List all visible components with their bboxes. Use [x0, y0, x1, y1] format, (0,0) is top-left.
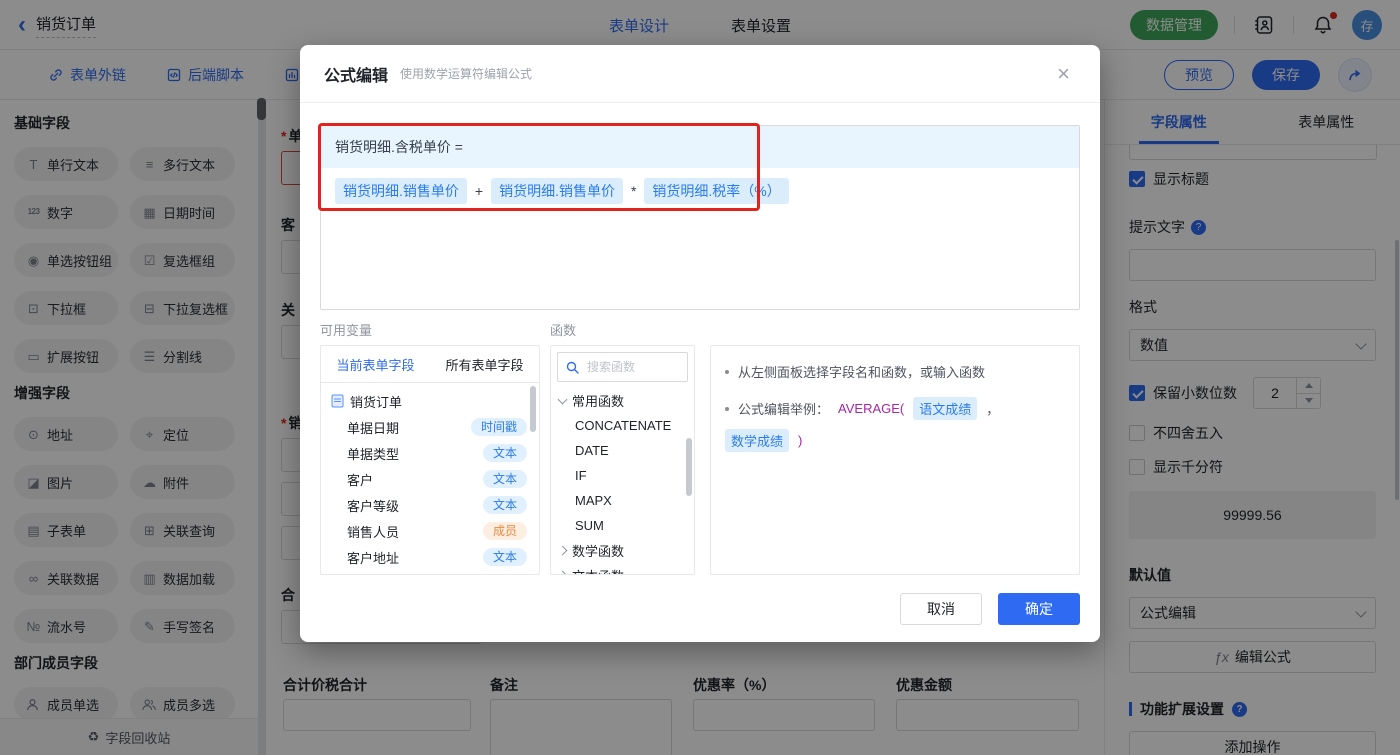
tab-all-form-fields[interactable]: 所有表单字段 [430, 346, 539, 382]
chevron-right-icon [558, 571, 568, 575]
variables-tabs: 当前表单字段 所有表单字段 [321, 346, 539, 383]
variable-row[interactable]: 单据类型文本 [321, 440, 539, 466]
variable-row[interactable]: 客户等级文本 [321, 492, 539, 518]
variable-row[interactable]: 客户文本 [321, 466, 539, 492]
type-badge: 文本 [483, 548, 527, 566]
type-badge: 文本 [483, 470, 527, 488]
function-close-paren: ) [798, 433, 802, 448]
function-search-box [557, 352, 688, 382]
function-item[interactable]: IF [551, 463, 694, 488]
variable-row[interactable]: 单据日期时间戳 [321, 414, 539, 440]
tab-current-form-fields[interactable]: 当前表单字段 [321, 346, 430, 382]
function-name-example: AVERAGE( [838, 401, 904, 416]
close-icon[interactable]: × [1051, 62, 1076, 86]
formula-expression-line: 销货明细.销售单价 + 销货明细.销售单价 * 销货明细.税率（%） [321, 168, 1079, 214]
variable-row[interactable]: 客户地址文本 [321, 544, 539, 570]
function-item[interactable]: SUM [551, 513, 694, 538]
formula-field-chip[interactable]: 销货明细.销售单价 [491, 178, 623, 204]
app-root: ‹ 销货订单 表单设计 表单设置 数据管理 存 [0, 0, 1400, 755]
variable-tree-root[interactable]: 销货订单 [321, 388, 539, 414]
help-line-1: 从左侧面板选择字段名和函数，或输入函数 [725, 362, 1065, 381]
formula-field-chip[interactable]: 销货明细.税率（%） [644, 178, 788, 204]
example-field-chip: 语文成绩 [913, 397, 977, 420]
chevron-down-icon [558, 394, 568, 404]
function-group-common[interactable]: 常用函数 [551, 388, 694, 413]
type-badge: 文本 [483, 496, 527, 514]
function-search-input[interactable] [585, 359, 679, 375]
form-doc-icon [331, 394, 344, 408]
modal-header: 公式编辑 使用数学运算符编辑公式 × [300, 45, 1100, 103]
variable-row[interactable]: 销售人员成员 [321, 518, 539, 544]
function-item[interactable]: MAPX [551, 488, 694, 513]
function-group-text[interactable]: 文本函数 [551, 563, 694, 575]
formula-field-chip[interactable]: 销货明细.销售单价 [335, 178, 467, 204]
function-item[interactable]: CONCATENATE [551, 413, 694, 438]
search-icon [566, 361, 579, 374]
variables-panel: 当前表单字段 所有表单字段 销货订单 单据日期时间戳 单据类型文本 客户文本 客… [320, 345, 540, 575]
operator-multiply: * [631, 183, 636, 199]
formula-help-panel: 从左侧面板选择字段名和函数，或输入函数 公式编辑举例：AVERAGE( 语文成绩… [710, 345, 1080, 575]
modal-subtitle: 使用数学运算符编辑公式 [400, 65, 532, 82]
modal-title: 公式编辑 [324, 62, 388, 86]
operator-plus: + [475, 183, 483, 199]
type-badge: 成员 [483, 522, 527, 540]
functions-panel: 常用函数 CONCATENATE DATE IF MAPX SUM 数学函数 文… [550, 345, 695, 575]
function-group-math[interactable]: 数学函数 [551, 538, 694, 563]
variables-scrollbar-thumb[interactable] [530, 386, 536, 432]
type-badge: 时间戳 [471, 418, 527, 436]
example-field-chip: 数学成绩 [725, 429, 789, 452]
help-line-2: 公式编辑举例：AVERAGE( 语文成绩 ， 数学成绩 ) [725, 397, 1065, 452]
confirm-button[interactable]: 确定 [998, 593, 1080, 625]
bullet-dot [725, 370, 729, 374]
formula-edit-modal: 公式编辑 使用数学运算符编辑公式 × 销货明细.含税单价 = 销货明细.销售单价… [300, 45, 1100, 642]
bullet-dot [725, 407, 729, 411]
functions-scrollbar-thumb[interactable] [686, 438, 692, 496]
formula-editor[interactable]: 销货明细.含税单价 = 销货明细.销售单价 + 销货明细.销售单价 * 销货明细… [320, 125, 1080, 310]
functions-label: 函数 [550, 320, 576, 339]
type-badge: 文本 [483, 444, 527, 462]
cancel-button[interactable]: 取消 [900, 593, 982, 625]
variables-label: 可用变量 [320, 320, 372, 339]
formula-target-line: 销货明细.含税单价 = [321, 126, 1079, 168]
chevron-right-icon [558, 546, 568, 556]
function-item[interactable]: DATE [551, 438, 694, 463]
